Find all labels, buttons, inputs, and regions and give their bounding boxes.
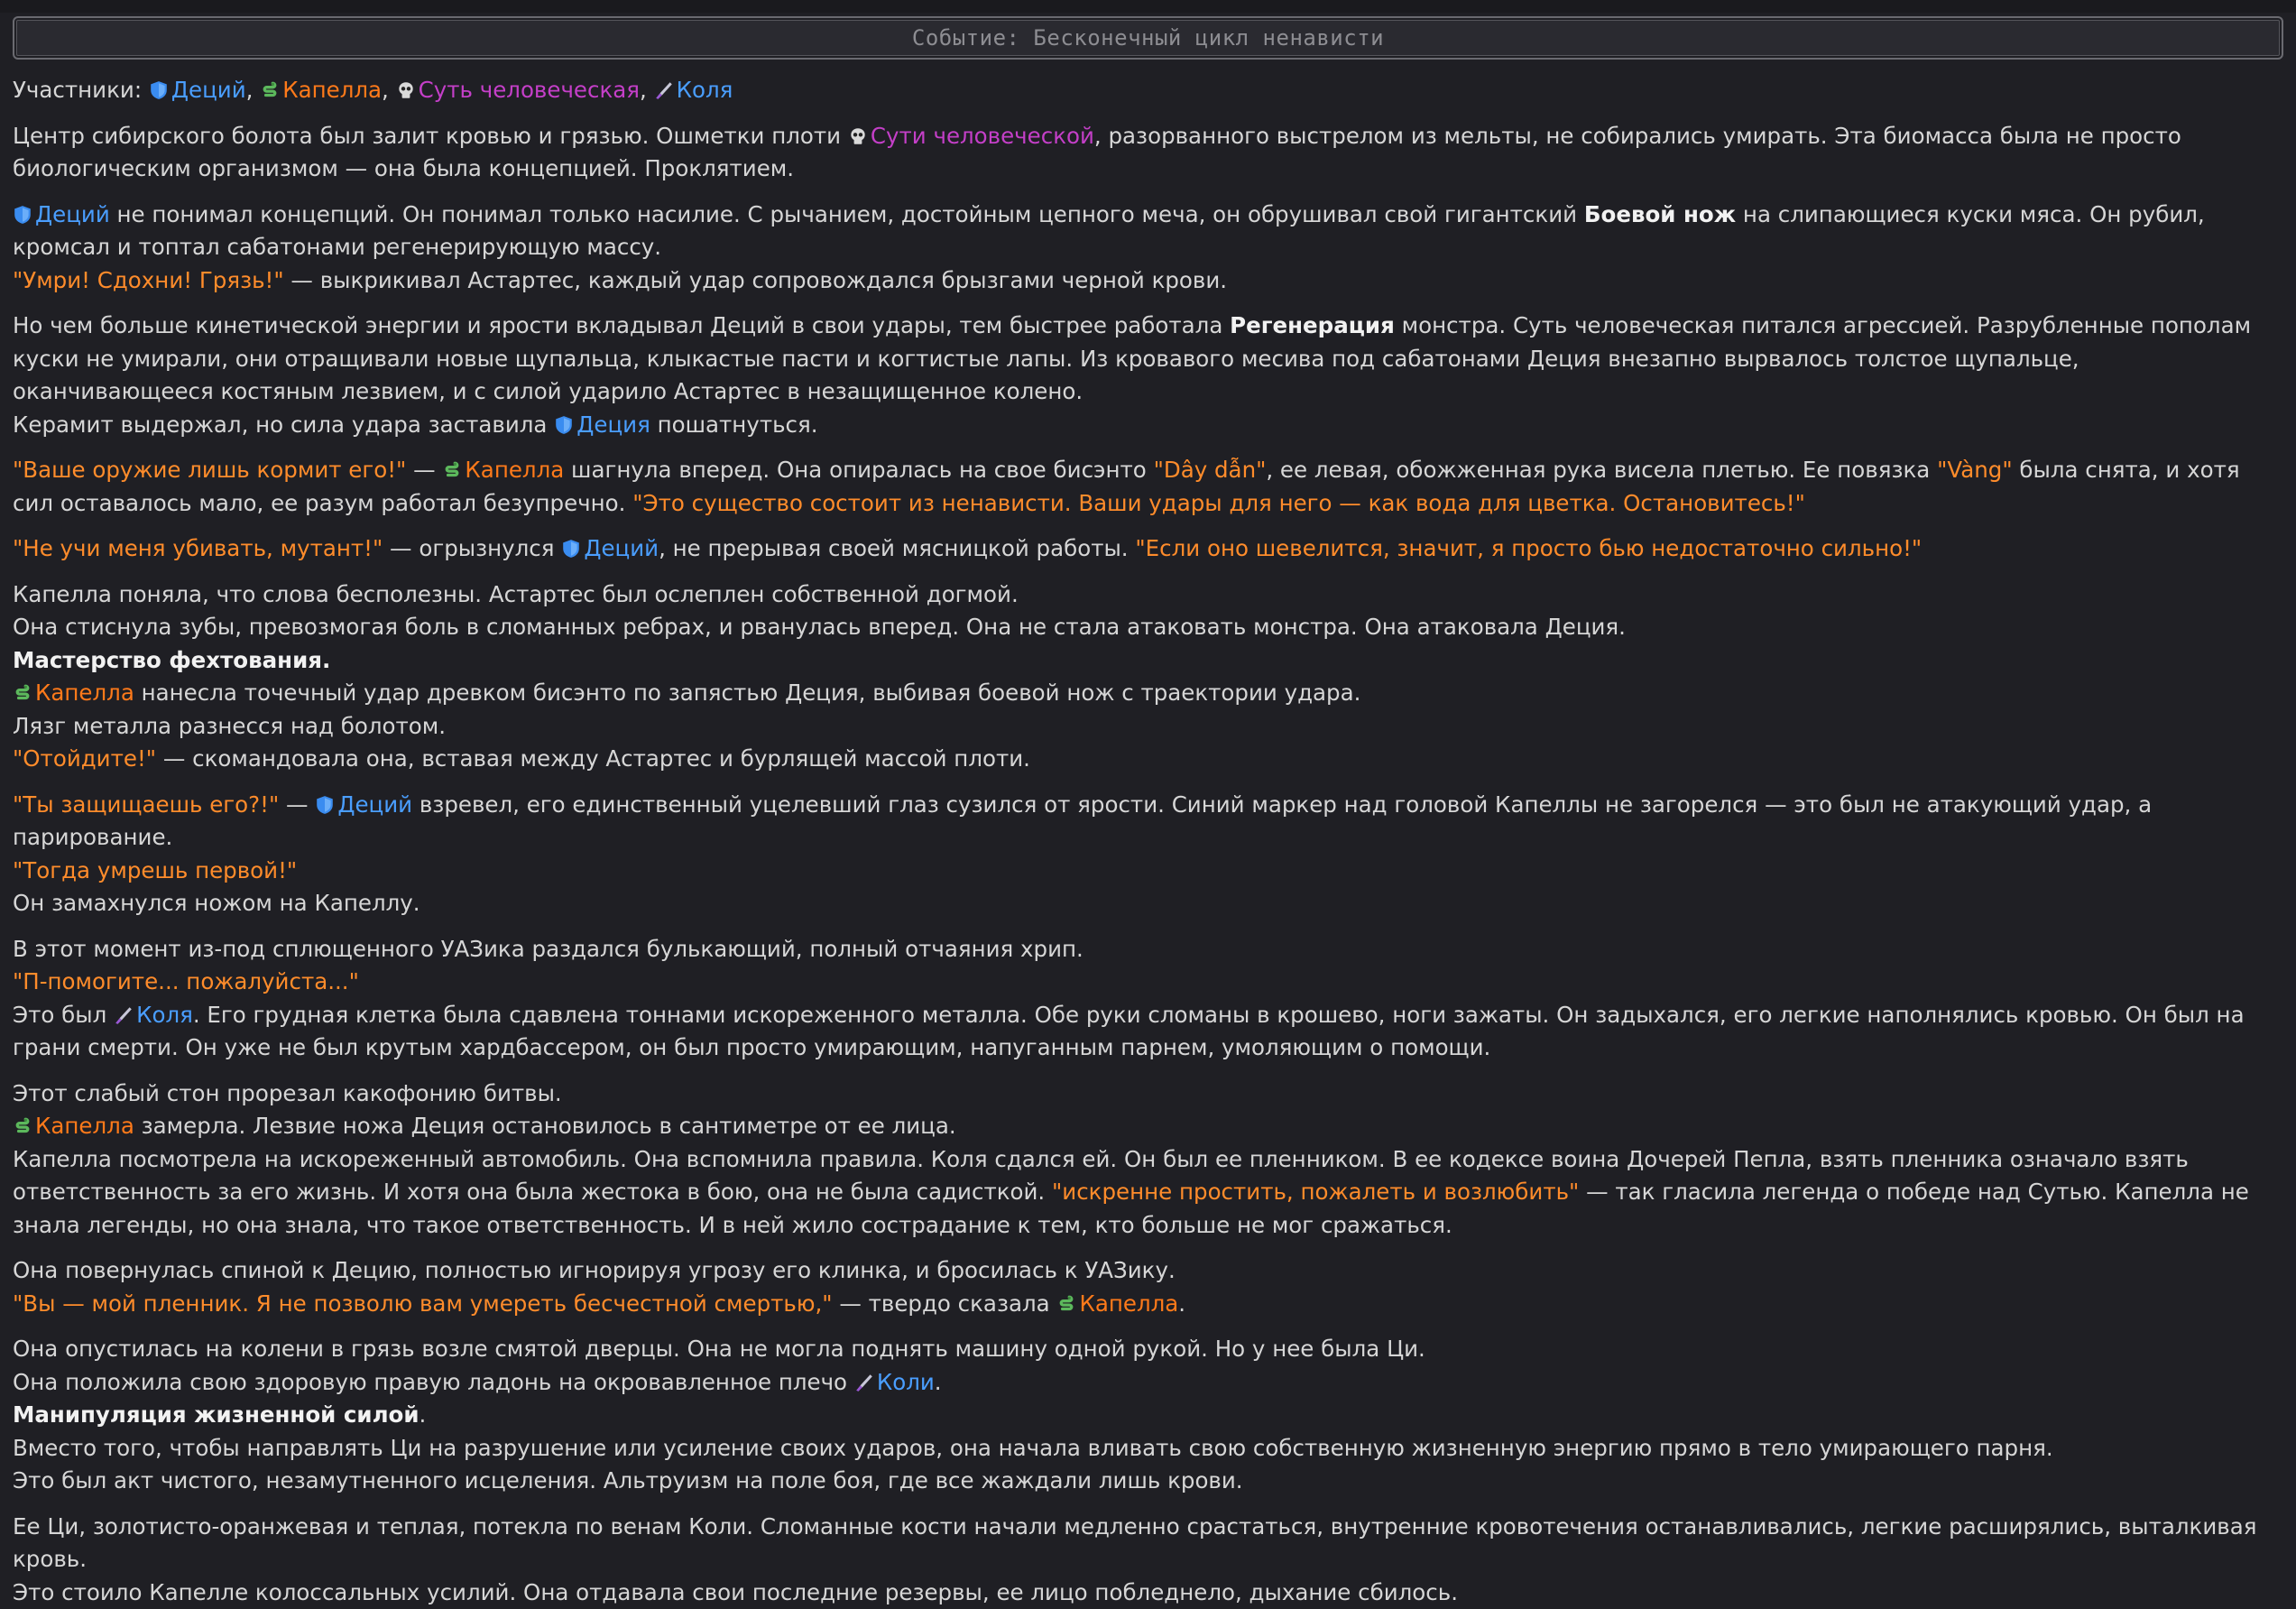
name-kapella: Капелла xyxy=(35,1113,134,1139)
paragraph-1: Центр сибирского болота был залит кровью… xyxy=(13,120,2283,186)
top-edge xyxy=(0,0,2296,13)
snake-icon xyxy=(260,80,280,100)
name-decius: Деций xyxy=(35,201,110,227)
name-decius: Деция xyxy=(576,411,650,438)
skull-icon xyxy=(396,80,416,100)
quote: "искренне простить, пожалеть и возлюбить… xyxy=(1052,1179,1579,1205)
paragraph-12: Ее Ци, золотисто-оранжевая и теплая, пот… xyxy=(13,1511,2283,1609)
paragraph-4: "Ваше оружие лишь кормит его!" — Капелла… xyxy=(13,454,2283,520)
name-decius: Деций xyxy=(337,791,412,818)
quote: "П-помогите... пожалуйста..." xyxy=(13,968,359,994)
snake-icon xyxy=(1056,1294,1076,1314)
term-combat-knife: Боевой нож xyxy=(1584,201,1736,227)
paragraph-8: В этот момент из-под сплющенного УАЗика … xyxy=(13,933,2283,1065)
snake-icon xyxy=(442,460,462,480)
shield-icon xyxy=(315,795,335,815)
quote: "Vàng" xyxy=(1937,457,2013,483)
quote: "Если оно шевелится, значит, я просто бь… xyxy=(1135,535,1922,561)
knife-icon xyxy=(854,1373,874,1392)
name-kolya: Коли xyxy=(877,1369,935,1395)
quote: "Отойдите!" xyxy=(13,745,156,772)
paragraph-9: Этот слабый стон прорезал какофонию битв… xyxy=(13,1077,2283,1243)
snake-icon xyxy=(13,683,32,703)
paragraph-10: Она повернулась спиной к Децию, полность… xyxy=(13,1254,2283,1320)
shield-icon xyxy=(561,539,581,559)
participant-decius[interactable]: Деций xyxy=(171,77,246,103)
term-regeneration: Регенерация xyxy=(1230,312,1395,338)
quote: "Ты защищаешь его?!" xyxy=(13,791,279,818)
snake-icon xyxy=(13,1116,32,1136)
paragraph-7: "Ты защищаешь его?!" — Деций взревел, ег… xyxy=(13,789,2283,920)
event-header: Событие: Бесконечный цикл ненависти xyxy=(13,16,2283,60)
name-kolya: Коля xyxy=(136,1002,193,1028)
shield-icon xyxy=(13,205,32,225)
name-kapella: Капелла xyxy=(35,680,134,706)
paragraph-6: Капелла поняла, что слова бесполезны. Ас… xyxy=(13,578,2283,776)
quote: "Умри! Сдохни! Грязь!" xyxy=(13,267,284,293)
quote: "Вы — мой пленник. Я не позволю вам умер… xyxy=(13,1290,833,1317)
quote: "Это существо состоит из ненависти. Ваши… xyxy=(632,490,1805,516)
term-fencing-mastery: Мастерство фехтования. xyxy=(13,647,330,673)
participant-sut[interactable]: Суть человеческая xyxy=(419,77,640,103)
quote: "Dây dẫn" xyxy=(1154,457,1267,483)
shield-icon xyxy=(149,80,169,100)
paragraph-3: Но чем больше кинетической энергии и яро… xyxy=(13,310,2283,441)
quote: "Тогда умрешь первой!" xyxy=(13,857,297,883)
story-content: Участники: Деций, Капелла, Суть человече… xyxy=(0,74,2296,1609)
paragraph-2: Деций не понимал концепций. Он понимал т… xyxy=(13,199,2283,298)
event-title: Событие: Бесконечный цикл ненависти xyxy=(912,22,1384,55)
participants-label: Участники: xyxy=(13,77,142,103)
quote: "Ваше оружие лишь кормит его!" xyxy=(13,457,406,483)
paragraph-11: Она опустилась на колени в грязь возле с… xyxy=(13,1333,2283,1498)
knife-icon xyxy=(654,80,674,100)
quote: "Не учи меня убивать, мутант!" xyxy=(13,535,383,561)
participant-kolya[interactable]: Коля xyxy=(677,77,733,103)
participants-line: Участники: Деций, Капелла, Суть человече… xyxy=(13,74,2283,107)
term-life-force-manipulation: Манипуляция жизненной силой xyxy=(13,1401,420,1428)
name-kapella: Капелла xyxy=(465,457,564,483)
name-sut: Сути человеческой xyxy=(871,123,1094,149)
skull-icon xyxy=(848,126,868,146)
name-kapella: Капелла xyxy=(1079,1290,1178,1317)
name-decius: Деций xyxy=(584,535,659,561)
knife-icon xyxy=(114,1005,134,1025)
shield-icon xyxy=(554,415,574,435)
paragraph-5: "Не учи меня убивать, мутант!" — огрызну… xyxy=(13,532,2283,566)
participant-kapella[interactable]: Капелла xyxy=(282,77,382,103)
